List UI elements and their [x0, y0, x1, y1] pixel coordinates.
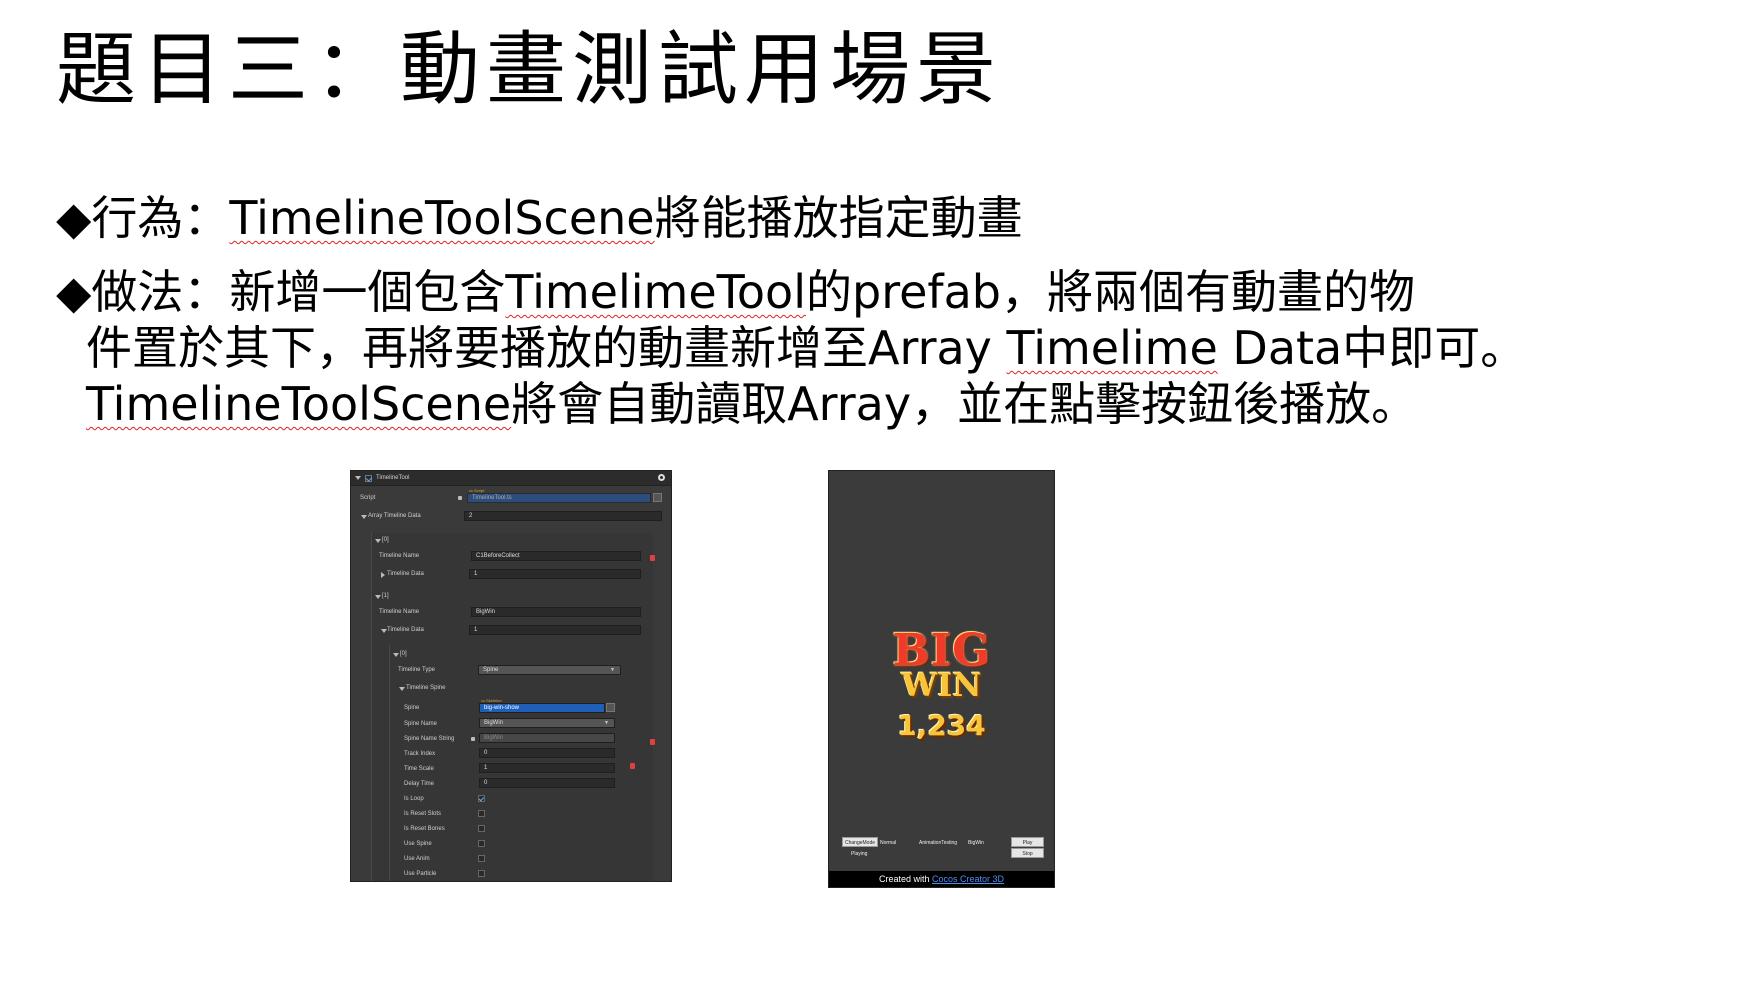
spine-name-select[interactable]: BigWin — [479, 718, 615, 728]
option-checkbox[interactable] — [478, 810, 485, 817]
option-checkbox[interactable] — [478, 870, 485, 877]
bullet-method-line3: TimelineToolScene將會自動讀取Array，並在點擊按鈕後播放。 — [86, 377, 1418, 431]
component-header[interactable]: TimelineTool — [351, 471, 671, 486]
time-scale-label: Time Scale — [404, 766, 434, 772]
spine-name-label: Spine Name — [404, 721, 438, 727]
timeline-spine-label: Timeline Spine — [406, 685, 446, 691]
option-checkbox[interactable] — [478, 825, 485, 832]
trash-icon[interactable] — [630, 763, 635, 769]
array-label: Array Timeline Data — [368, 513, 421, 519]
timeline-data-label: Timeline Data — [387, 627, 424, 633]
expand-arrow-icon[interactable] — [375, 595, 381, 599]
lock-icon — [458, 496, 462, 500]
collapse-arrow-icon[interactable] — [355, 476, 361, 480]
checkbox-label: Is Loop — [404, 796, 424, 802]
timeline-name-field[interactable]: C1BeforeCollect — [471, 551, 641, 561]
win-amount: 1,234 — [897, 709, 986, 742]
animation-testing-label: AnimationTesting — [919, 840, 958, 846]
inspector-panel: TimelineTool Script cc.Script TimelineTo… — [350, 470, 672, 882]
timeline-value: BigWin — [968, 840, 984, 846]
track-index-label: Track Index — [404, 751, 436, 757]
big-win-subtitle: WIN — [901, 666, 982, 704]
play-button[interactable]: Play — [1011, 837, 1044, 847]
slide-title: 題目三：動畫測試用場景 — [56, 23, 1002, 116]
checkbox-label: Is Reset Bones — [404, 826, 445, 832]
option-checkbox[interactable] — [478, 795, 485, 802]
expand-arrow-icon[interactable] — [361, 515, 367, 519]
expand-arrow-icon[interactable] — [381, 572, 385, 578]
component-name: TimelineTool — [376, 475, 410, 481]
bullet-method: ◆做法：新增一個包含TimelimeTool的prefab，將兩個有動畫的物 — [56, 265, 1415, 319]
stop-button[interactable]: Stop — [1011, 848, 1044, 858]
expand-arrow-icon[interactable] — [375, 539, 381, 543]
asset-picker-icon[interactable] — [653, 493, 662, 502]
option-checkbox[interactable] — [478, 840, 485, 847]
array-count-field[interactable]: 2 — [464, 511, 662, 521]
item-index: [1] — [382, 593, 389, 599]
change-mode-button[interactable]: ChangeMode — [842, 837, 878, 847]
timeline-name-field[interactable]: BigWin — [471, 607, 641, 617]
timeline-name-label: Timeline Name — [379, 553, 420, 559]
timeline-data-field[interactable]: 1 — [469, 569, 641, 579]
checkbox-label: Is Reset Slots — [404, 811, 442, 817]
trash-icon[interactable] — [650, 555, 655, 561]
bullet-list: ◆行為：TimelineToolScene將能播放指定動畫 ◆做法：新增一個包含… — [56, 190, 1716, 432]
timeline-data-field[interactable]: 1 — [469, 625, 641, 635]
spine-name-string-label: Spine Name String — [404, 736, 455, 742]
timeline-type-select[interactable]: Spine — [478, 665, 621, 675]
diamond-bullet-icon: ◆ — [56, 265, 92, 319]
spine-field[interactable]: big-win-show — [479, 703, 605, 713]
asset-picker-icon[interactable] — [606, 703, 615, 712]
sub-index: [0] — [400, 651, 407, 657]
lock-icon — [471, 737, 475, 741]
checkbox-label: Use Spine — [404, 841, 432, 847]
expand-arrow-icon[interactable] — [393, 653, 399, 657]
cocos-creator-link[interactable]: Cocos Creator 3D — [932, 874, 1004, 884]
timeline-type-label: Timeline Type — [398, 667, 436, 673]
track-index-field[interactable]: 0 — [479, 748, 615, 758]
diamond-bullet-icon: ◆ — [56, 191, 92, 245]
bullet-method-line2: 件置於其下，再將要播放的動畫新增至Array Timelime Data中即可。 — [86, 321, 1527, 375]
spine-label: Spine — [404, 705, 420, 711]
time-scale-field[interactable]: 1 — [479, 763, 615, 773]
gear-icon[interactable] — [658, 474, 665, 481]
bullet-behavior: ◆行為：TimelineToolScene將能播放指定動畫 — [56, 191, 1023, 245]
component-enabled-checkbox[interactable] — [365, 474, 372, 482]
timeline-name-label: Timeline Name — [379, 609, 420, 615]
timeline-data-label: Timeline Data — [387, 571, 424, 577]
script-field: TimelineTool.ts — [467, 493, 651, 503]
game-preview: BIG WIN 1,234 ChangeMode Normal Playing … — [828, 470, 1055, 888]
mode-value: Normal — [880, 840, 897, 846]
trash-icon[interactable] — [650, 739, 655, 745]
checkbox-label: Use Particle — [404, 871, 437, 877]
delay-time-label: Delay Time — [404, 781, 435, 787]
playing-status: Playing — [851, 851, 868, 857]
option-checkbox[interactable] — [478, 855, 485, 862]
script-label: Script — [360, 495, 376, 501]
spine-name-string-field: BigWin — [479, 733, 615, 743]
footer: Created with Cocos Creator 3D — [829, 871, 1054, 887]
expand-arrow-icon[interactable] — [399, 687, 405, 691]
delay-time-field[interactable]: 0 — [479, 778, 615, 788]
item-index: [0] — [382, 537, 389, 543]
checkbox-label: Use Anim — [404, 856, 430, 862]
